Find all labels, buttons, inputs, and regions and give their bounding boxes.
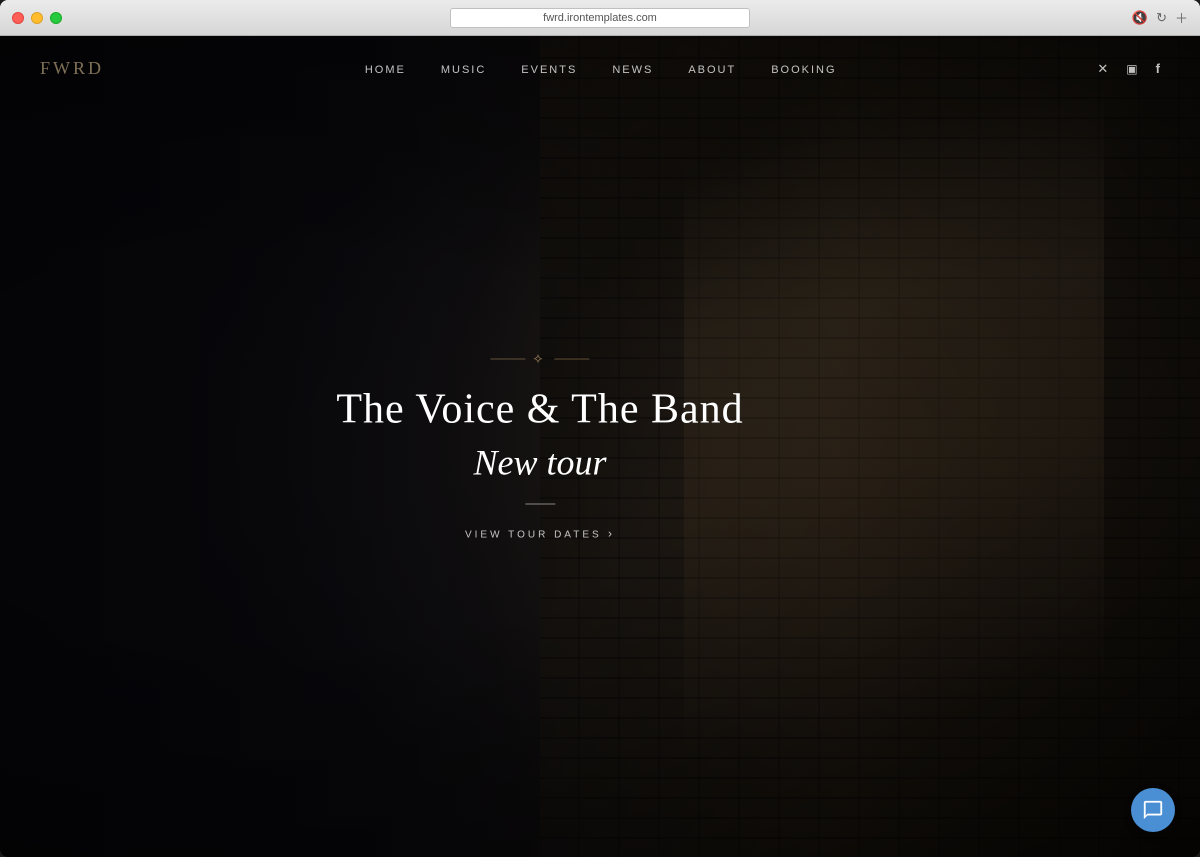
chat-icon: [1142, 799, 1164, 821]
nav-link-about[interactable]: ABOUT: [688, 64, 736, 76]
site-logo[interactable]: FWRD: [40, 58, 104, 79]
nav-item-events[interactable]: EVENTS: [521, 60, 577, 78]
twitter-link[interactable]: ✕: [1097, 61, 1108, 77]
hero-cta-button[interactable]: VIEW TOUR DATES: [465, 526, 615, 540]
audio-icon: 🔇: [1132, 10, 1148, 26]
hero-title: The Voice & The Band: [336, 385, 743, 433]
facebook-link[interactable]: f: [1156, 61, 1160, 76]
title-bar-controls: 🔇 ↻ ＋: [1132, 8, 1188, 27]
traffic-lights: [12, 12, 62, 24]
nav-item-home[interactable]: HOME: [365, 60, 406, 78]
title-bar: fwrd.irontemplates.com 🔇 ↻ ＋: [0, 0, 1200, 36]
refresh-icon[interactable]: ↻: [1156, 10, 1167, 26]
social-links: ✕ ▣ f: [1097, 61, 1160, 77]
nav-item-music[interactable]: MUSIC: [441, 60, 486, 78]
nav-link-booking[interactable]: BOOKING: [771, 64, 836, 76]
nav-item-booking[interactable]: BOOKING: [771, 60, 836, 78]
site-container: FWRD HOME MUSIC EVENTS NEWS ABOUT: [0, 36, 1200, 857]
maximize-button[interactable]: [50, 12, 62, 24]
nav-link-home[interactable]: HOME: [365, 64, 406, 76]
nav-links: HOME MUSIC EVENTS NEWS ABOUT BOOKING: [365, 60, 837, 78]
hero-content: ⟡ The Voice & The Band New tour VIEW TOU…: [336, 351, 743, 542]
chat-bubble[interactable]: [1131, 788, 1175, 832]
url-text: fwrd.irontemplates.com: [543, 12, 657, 24]
nav-link-news[interactable]: NEWS: [612, 64, 653, 76]
nav-link-music[interactable]: MUSIC: [441, 64, 486, 76]
hero-divider: [525, 503, 555, 504]
hero-subtitle: New tour: [336, 441, 743, 483]
url-bar[interactable]: fwrd.irontemplates.com: [450, 8, 750, 28]
minimize-button[interactable]: [31, 12, 43, 24]
close-button[interactable]: [12, 12, 24, 24]
nav-link-events[interactable]: EVENTS: [521, 64, 577, 76]
navbar: FWRD HOME MUSIC EVENTS NEWS ABOUT: [0, 36, 1200, 101]
nav-item-news[interactable]: NEWS: [612, 60, 653, 78]
hero-ornament: ⟡: [336, 351, 743, 367]
person-area: [684, 77, 1104, 857]
browser-window: fwrd.irontemplates.com 🔇 ↻ ＋ FWRD HOME M…: [0, 0, 1200, 857]
ornament-symbol: ⟡: [533, 351, 546, 367]
instagram-link[interactable]: ▣: [1126, 62, 1137, 76]
new-tab-icon[interactable]: ＋: [1175, 8, 1188, 27]
nav-item-about[interactable]: ABOUT: [688, 60, 736, 78]
